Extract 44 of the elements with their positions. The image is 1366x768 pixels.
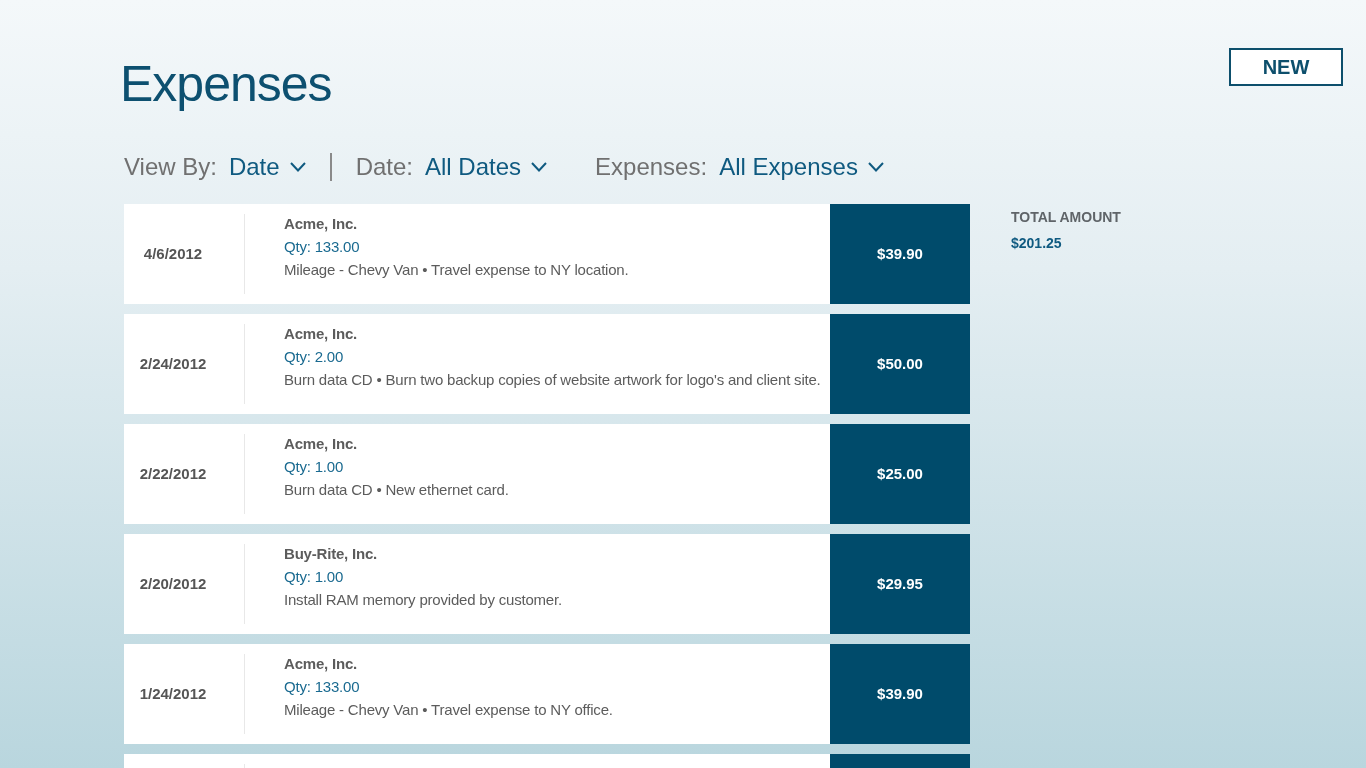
quantity-text: Qty: 133.00	[284, 237, 361, 257]
chevron-down-icon	[289, 162, 306, 172]
expense-date: 2/24/2012	[138, 353, 208, 374]
amount-tile: $39.90	[830, 204, 970, 304]
filter-label: Date:	[355, 152, 413, 182]
total-label: TOTAL AMOUNT	[1011, 208, 1121, 227]
expense-card[interactable]: 2/20/2012 Buy-Rite, Inc. Qty: 1.00 Install RAM memory provided by customer. $29.95	[124, 534, 970, 634]
expense-card[interactable]: 4/6/2012 Acme, Inc. Qty: 133.00 Mileage - Chevy Van • Travel expense to NY location. $39.90	[124, 204, 970, 304]
description-text: Mileage - Chevy Van • Travel expense to NY office.	[284, 700, 614, 720]
filter-dropdown[interactable]: All Expenses	[719, 152, 884, 182]
quantity-text: Qty: 1.00	[284, 567, 345, 587]
chevron-down-icon	[531, 162, 548, 172]
vendor-name: Acme, Inc.	[284, 324, 359, 344]
quantity-text: Qty: 1.00	[284, 457, 345, 477]
expense-card[interactable]: 2/22/2012 Acme, Inc. Qty: 1.00 Burn data CD • New ethernet card. $25.00	[124, 424, 970, 524]
amount-tile: $39.90	[830, 644, 970, 744]
vendor-name: Acme, Inc.	[284, 214, 359, 234]
filter-label: Expenses:	[595, 152, 708, 182]
vendor-name: Acme, Inc.	[284, 654, 359, 674]
expense-date: 1/24/2012	[138, 683, 208, 704]
expense-card[interactable]	[124, 754, 970, 768]
chevron-down-icon	[867, 162, 884, 172]
amount-tile: $29.95	[830, 534, 970, 634]
description-text: Mileage - Chevy Van • Travel expense to NY location.	[284, 260, 630, 280]
quantity-text: Qty: 133.00	[284, 677, 361, 697]
total-amount: $201.25	[1011, 234, 1063, 253]
description-text: Burn data CD • New ethernet card.	[284, 480, 510, 500]
vendor-name: Acme, Inc.	[284, 434, 359, 454]
vendor-name: Buy-Rite, Inc.	[284, 544, 379, 564]
description-text: Install RAM memory provided by customer.	[284, 590, 563, 610]
filter-dropdown[interactable]: All Dates	[425, 152, 548, 182]
amount-tile: $50.00	[830, 314, 970, 414]
expense-card[interactable]: 1/24/2012 Acme, Inc. Qty: 133.00 Mileage - Chevy Van • Travel expense to NY office. $39.90	[124, 644, 970, 744]
expense-date: 4/6/2012	[142, 243, 204, 264]
new-button[interactable]: NEW	[1229, 48, 1343, 86]
expense-date: 2/22/2012	[138, 463, 208, 484]
amount-tile: $25.00	[830, 424, 970, 524]
expense-card[interactable]: 2/24/2012 Acme, Inc. Qty: 2.00 Burn data CD • Burn two backup copies of website artwork for logo's and client site. $50.00	[124, 314, 970, 414]
quantity-text: Qty: 2.00	[284, 347, 345, 367]
expense-date: 2/20/2012	[138, 573, 208, 594]
filter-dropdown[interactable]: Date	[228, 152, 306, 182]
filter-label: View By:	[124, 152, 217, 182]
page-title: Expenses	[120, 55, 332, 114]
description-text: Burn data CD • Burn two backup copies of website artwork for logo's and client site.	[284, 370, 822, 390]
